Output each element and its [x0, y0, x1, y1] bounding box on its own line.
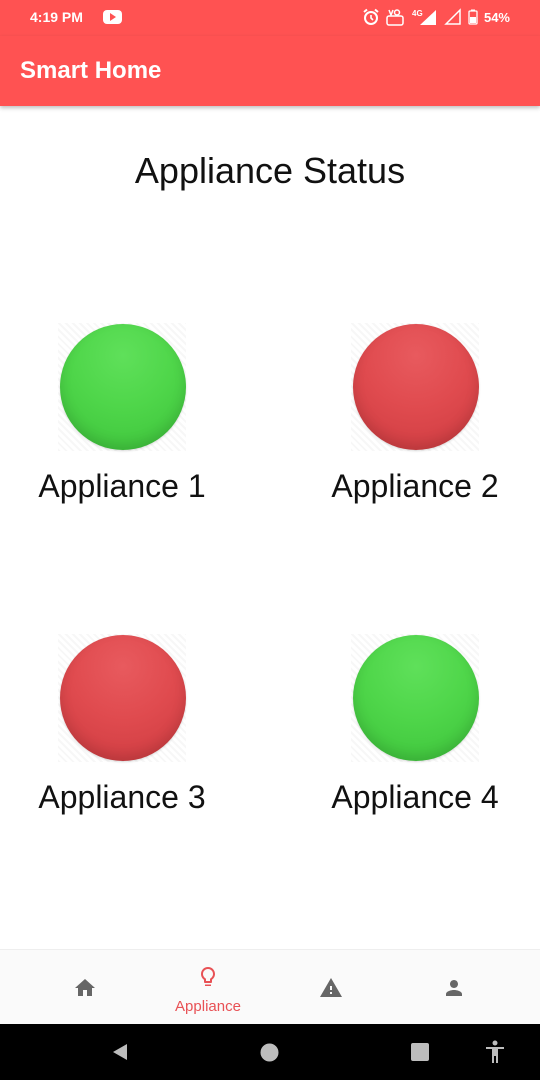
- home-circle-icon[interactable]: [260, 1043, 279, 1062]
- nav-home[interactable]: [25, 950, 145, 1025]
- signal-4g-icon: 4G: [412, 9, 436, 25]
- alarm-icon: [363, 8, 379, 25]
- appliance-label: Appliance 4: [331, 779, 499, 815]
- appliance-label: Appliance 3: [38, 779, 206, 815]
- appliance-label: Appliance 2: [331, 468, 499, 504]
- recents-icon[interactable]: [411, 1043, 429, 1061]
- appliance-4-card[interactable]: Appliance 4: [305, 634, 540, 824]
- home-icon: [75, 979, 95, 996]
- app-title: Smart Home: [20, 57, 162, 84]
- appliance-1-card[interactable]: Appliance 1: [12, 323, 252, 513]
- person-icon: [446, 980, 462, 996]
- battery-icon: [468, 9, 478, 25]
- nav-alerts[interactable]: [271, 950, 391, 1025]
- svg-text:4G: 4G: [412, 9, 423, 18]
- appliance-2-card[interactable]: Appliance 2: [305, 323, 540, 513]
- status-lamp-icon[interactable]: [353, 635, 479, 761]
- bottom-navigation: Appliance: [0, 949, 540, 1024]
- battery-percent: 54%: [483, 9, 510, 25]
- status-lamp-icon[interactable]: [60, 324, 186, 450]
- appliance-label: Appliance 1: [38, 468, 206, 504]
- accessibility-icon[interactable]: [484, 1040, 506, 1064]
- nav-appliance-label: Appliance: [175, 998, 241, 1015]
- status-lamp-icon[interactable]: [353, 324, 479, 450]
- back-icon[interactable]: [110, 1042, 130, 1062]
- appliance-3-card[interactable]: Appliance 3: [12, 634, 252, 824]
- lightbulb-icon: [201, 967, 215, 986]
- nav-appliance[interactable]: Appliance: [148, 950, 268, 1025]
- system-navigation-bar: [0, 1024, 540, 1080]
- status-time: 4:19 PM: [30, 9, 83, 25]
- volte-icon: [386, 9, 404, 26]
- signal-icon: [444, 8, 461, 25]
- warning-icon: [320, 978, 342, 997]
- app-bar: Smart Home: [0, 36, 540, 106]
- status-lamp-icon[interactable]: [60, 635, 186, 761]
- nav-profile[interactable]: [394, 950, 514, 1025]
- status-icons: 4G 54%: [362, 7, 510, 27]
- screen: 4:19 PM 4G 54% Smart Home Appliance Stat…: [0, 0, 540, 1080]
- youtube-icon: [103, 10, 122, 24]
- status-bar: 4:19 PM 4G 54%: [0, 0, 540, 36]
- page-title: Appliance Status: [134, 150, 406, 191]
